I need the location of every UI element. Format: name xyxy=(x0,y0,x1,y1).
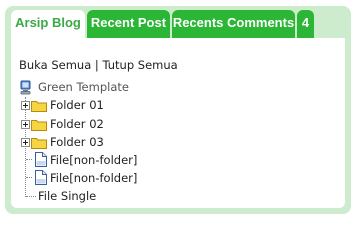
collapse-all-link[interactable]: Tutup Semua xyxy=(102,58,177,72)
folder-label: Folder 01 xyxy=(50,98,104,112)
tabbed-widget: Arsip Blog Recent Post Recents Comments … xyxy=(5,6,351,214)
file-label: File[non-folder] xyxy=(50,171,138,185)
file-label: File[non-folder] xyxy=(50,153,138,167)
document-icon xyxy=(35,170,47,185)
tree-root-label: Green Template xyxy=(38,80,129,94)
computer-icon xyxy=(20,80,31,95)
tab-arsip-blog[interactable]: Arsip Blog xyxy=(11,10,85,39)
expand-plus-icon[interactable] xyxy=(21,138,30,147)
folder-icon xyxy=(31,120,47,131)
folder-label: Folder 02 xyxy=(50,117,104,131)
tree-folder[interactable]: Folder 02 xyxy=(19,115,139,133)
folder-icon xyxy=(31,101,47,112)
expand-all-link[interactable]: Buka Semua xyxy=(19,58,91,72)
tab-panel: Buka Semua | Tutup Semua Green Template xyxy=(11,38,345,208)
tree-file[interactable]: File[non-folder] xyxy=(19,169,159,187)
tree-folder[interactable]: Folder 03 xyxy=(19,133,139,151)
folder-icon xyxy=(31,138,47,149)
folder-tree: Green Template Folder 01 Folder 02 Folde… xyxy=(19,78,319,208)
folder-label: Folder 03 xyxy=(50,135,104,149)
document-icon xyxy=(35,152,47,167)
file-single-label: File Single xyxy=(38,189,97,203)
tree-folder[interactable]: Folder 01 xyxy=(19,96,139,114)
tab-4[interactable]: 4 xyxy=(297,10,314,38)
tab-recent-post[interactable]: Recent Post xyxy=(87,10,170,38)
toggle-separator: | xyxy=(94,58,99,72)
expand-plus-icon[interactable] xyxy=(21,101,30,110)
tab-recents-comments[interactable]: Recents Comments xyxy=(172,10,295,38)
tree-toggle-links: Buka Semua | Tutup Semua xyxy=(19,58,178,72)
tree-file[interactable]: File[non-folder] xyxy=(19,151,159,169)
expand-plus-icon[interactable] xyxy=(21,120,30,129)
tree-file-single[interactable]: File Single xyxy=(19,187,139,205)
